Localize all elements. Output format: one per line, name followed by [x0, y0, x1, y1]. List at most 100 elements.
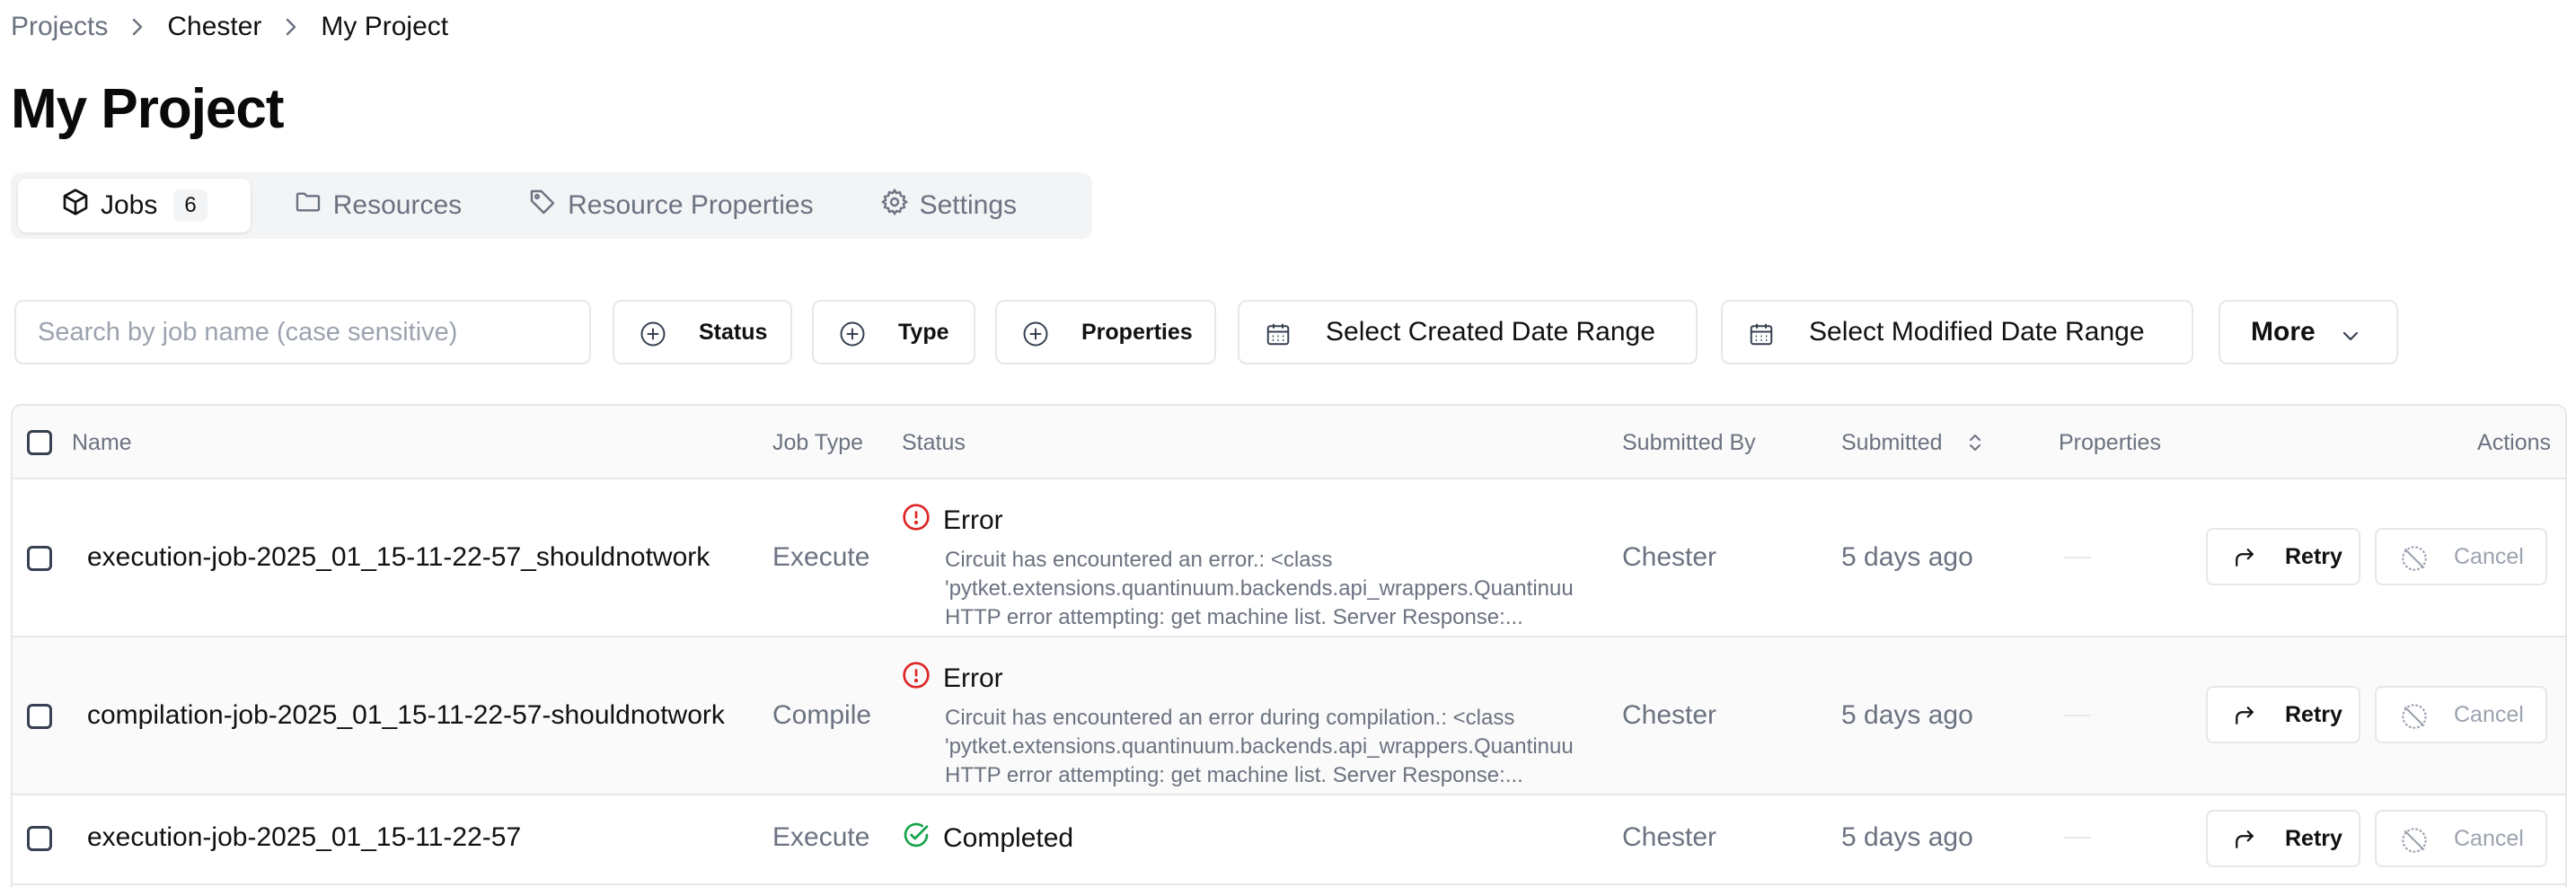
plus-circle-icon — [839, 321, 866, 354]
tab-resources[interactable]: Resources — [270, 179, 485, 233]
jobs-table: Name Job Type Status Submitted By Submit… — [11, 404, 2567, 887]
gear-icon — [880, 188, 920, 224]
header-actions: Actions — [2477, 429, 2551, 455]
cancel-button[interactable]: Cancel — [2375, 686, 2547, 743]
plus-circle-icon — [640, 321, 666, 354]
job-type: Execute — [772, 822, 870, 852]
check-circle-icon — [902, 821, 943, 856]
status-filter-label: Status — [699, 319, 768, 345]
breadcrumb-chester-link[interactable]: Chester — [167, 12, 261, 42]
properties-filter-button[interactable]: Properties — [995, 300, 1216, 364]
tab-settings[interactable]: Settings — [857, 179, 1040, 233]
submitted-by: Chester — [1622, 822, 1717, 852]
sort-icon[interactable] — [1968, 432, 1982, 453]
error-icon — [902, 503, 943, 539]
type-filter-button[interactable]: Type — [812, 300, 975, 364]
breadcrumb-current: My Project — [321, 12, 449, 41]
properties-filter-label: Properties — [1081, 319, 1193, 345]
retry-label: Retry — [2285, 701, 2342, 727]
created-date-range-label: Select Created Date Range — [1326, 317, 1655, 347]
cancel-button[interactable]: Cancel — [2375, 810, 2547, 867]
submitted-time: 5 days ago — [1841, 700, 1973, 730]
chevron-down-icon — [2341, 323, 2360, 354]
tab-resource-properties[interactable]: Resource Properties — [505, 179, 836, 233]
cube-icon — [61, 188, 101, 224]
select-all-checkbox[interactable] — [27, 430, 52, 455]
header-submitted-by: Submitted By — [1622, 429, 1756, 455]
retry-label: Retry — [2285, 825, 2342, 851]
status-filter-button[interactable]: Status — [613, 300, 792, 364]
submitted-time: 5 days ago — [1841, 822, 1973, 852]
job-name[interactable]: compilation-job-2025_01_15-11-22-57-shou… — [87, 700, 725, 731]
jobs-count-badge: 6 — [173, 189, 207, 222]
tab-jobs[interactable]: Jobs 6 — [18, 179, 251, 233]
cancel-label: Cancel — [2454, 701, 2524, 727]
row-checkbox[interactable] — [27, 826, 52, 851]
cancel-label: Cancel — [2454, 825, 2524, 851]
chevron-right-icon — [285, 17, 297, 37]
submitted-by: Chester — [1622, 700, 1717, 730]
more-filters-dropdown[interactable]: More — [2219, 300, 2398, 364]
cancel-icon — [2402, 704, 2427, 729]
retry-icon — [2236, 830, 2254, 848]
table-row[interactable]: execution-job-2025_01_15-11-22-57_should… — [13, 479, 2565, 637]
error-message: Circuit has encountered an error.: <clas… — [945, 548, 1574, 629]
tab-resources-label: Resources — [332, 190, 463, 220]
properties-empty — [2064, 715, 2091, 716]
modified-date-range-label: Select Modified Date Range — [1809, 317, 2145, 347]
job-status: Error Circuit has encountered an error d… — [902, 661, 1574, 790]
cancel-icon — [2402, 546, 2427, 571]
status-label: Completed — [943, 823, 1074, 853]
table-header: Name Job Type Status Submitted By Submit… — [13, 406, 2565, 479]
status-label: Error — [943, 663, 1003, 693]
properties-empty — [2064, 837, 2091, 839]
cancel-icon — [2402, 828, 2427, 853]
row-checkbox[interactable] — [27, 546, 52, 571]
tag-icon — [528, 188, 568, 224]
job-status: Completed — [902, 821, 1073, 856]
submitted-by: Chester — [1622, 542, 1717, 572]
table-row[interactable]: compilation-job-2025_01_15-11-22-57-shou… — [13, 637, 2565, 795]
job-status: Error Circuit has encountered an error.:… — [902, 503, 1574, 632]
calendar-icon — [1748, 321, 1775, 355]
tab-jobs-label: Jobs — [101, 190, 158, 220]
job-name[interactable]: execution-job-2025_01_15-11-22-57 — [87, 822, 521, 853]
status-label: Error — [943, 505, 1003, 535]
job-type: Compile — [772, 700, 872, 730]
modified-date-range-button[interactable]: Select Modified Date Range — [1721, 300, 2193, 364]
properties-empty — [2064, 557, 2091, 558]
calendar-icon — [1265, 321, 1292, 355]
row-checkbox[interactable] — [27, 704, 52, 729]
chevron-right-icon — [131, 17, 144, 37]
search-input[interactable] — [14, 300, 591, 364]
header-submitted-label: Submitted — [1841, 429, 1943, 455]
created-date-range-button[interactable]: Select Created Date Range — [1238, 300, 1698, 364]
job-name[interactable]: execution-job-2025_01_15-11-22-57_should… — [87, 542, 710, 573]
folder-icon — [294, 188, 333, 224]
retry-icon — [2236, 549, 2254, 566]
cancel-button[interactable]: Cancel — [2375, 528, 2547, 585]
header-name[interactable]: Name — [72, 406, 132, 479]
plus-circle-icon — [1022, 321, 1049, 354]
header-status: Status — [902, 429, 966, 455]
page-title: My Project — [11, 78, 285, 140]
more-filters-label: More — [2251, 317, 2316, 347]
cancel-label: Cancel — [2454, 543, 2524, 569]
breadcrumb-projects-link[interactable]: Projects — [11, 12, 108, 42]
error-icon — [902, 661, 943, 697]
header-job-type: Job Type — [772, 429, 864, 455]
header-properties: Properties — [2059, 429, 2161, 455]
retry-button[interactable]: Retry — [2206, 686, 2360, 743]
submitted-time: 5 days ago — [1841, 542, 1973, 572]
tab-settings-label: Settings — [919, 190, 1018, 220]
header-submitted[interactable]: Submitted — [1841, 406, 1982, 479]
breadcrumb: Projects Chester My Project — [11, 9, 448, 45]
retry-icon — [2236, 707, 2254, 725]
table-row[interactable]: execution-job-2025_01_15-11-22-57 Execut… — [13, 795, 2565, 885]
retry-button[interactable]: Retry — [2206, 528, 2360, 585]
error-message: Circuit has encountered an error during … — [945, 706, 1574, 787]
job-type: Execute — [772, 542, 870, 572]
tab-resource-properties-label: Resource Properties — [568, 190, 814, 220]
retry-button[interactable]: Retry — [2206, 810, 2360, 867]
tab-bar: Jobs 6 Resources Resource Properties Set… — [11, 172, 1092, 239]
